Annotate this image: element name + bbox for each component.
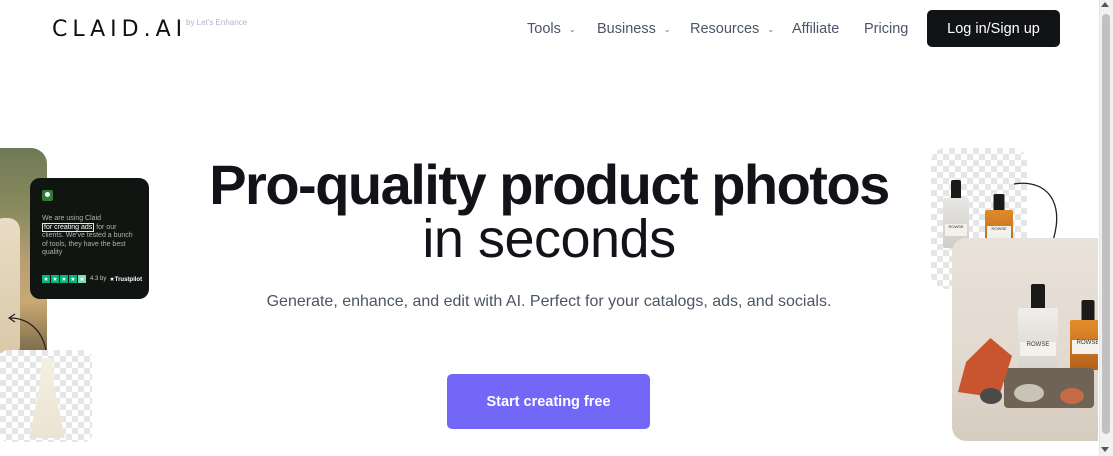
- nav-resources-label: Resources: [690, 21, 760, 37]
- logo-tagline: by Let's Enhance: [186, 18, 248, 27]
- curved-arrow-icon: [7, 313, 47, 351]
- chevron-down-icon: ⌄: [767, 24, 775, 34]
- scroll-down-icon[interactable]: [1101, 447, 1109, 452]
- pebble: [1060, 388, 1084, 404]
- nav-business-label: Business: [597, 21, 656, 37]
- pebble: [980, 388, 1002, 404]
- star-icon: ★: [69, 275, 77, 283]
- chevron-down-icon: ⌄: [568, 24, 576, 34]
- pebble: [1014, 384, 1044, 402]
- product-scene-image: ROWSE ROWSE: [952, 238, 1098, 441]
- review-rating: ★ ★ ★ ★ ★ 4.3 by ★Trustpilot: [42, 275, 142, 283]
- star-icon: ★: [78, 275, 86, 283]
- dress-cutout-image: [0, 350, 92, 442]
- trustpilot-logo: ★Trustpilot: [109, 276, 143, 283]
- chevron-down-icon: ⌄: [663, 24, 671, 34]
- nav-pricing[interactable]: Pricing: [864, 20, 908, 38]
- nav-affiliate-label: Affiliate: [792, 21, 840, 37]
- bottle-amber: ROWSE: [1070, 300, 1098, 370]
- star-icon: ★: [42, 275, 50, 283]
- bottle-clear: ROWSE: [1018, 284, 1058, 370]
- logo[interactable]: CLAID.AI: [52, 17, 187, 42]
- nav-tools[interactable]: Tools ⌄: [527, 20, 576, 38]
- nav-tools-label: Tools: [527, 21, 561, 37]
- login-signup-button[interactable]: Log in/Sign up: [927, 10, 1060, 47]
- nav-affiliate[interactable]: Affiliate: [792, 20, 839, 38]
- dress-shape: [29, 358, 65, 438]
- hero-subtitle: Generate, enhance, and edit with AI. Per…: [266, 293, 832, 310]
- star-icon: ★: [51, 275, 59, 283]
- scrollbar-thumb[interactable]: [1102, 14, 1110, 434]
- nav-pricing-label: Pricing: [864, 21, 909, 37]
- scroll-up-icon[interactable]: [1101, 2, 1109, 7]
- nav-resources[interactable]: Resources ⌄: [690, 20, 774, 38]
- star-icon: ★: [60, 275, 68, 283]
- nav-business[interactable]: Business ⌄: [597, 20, 671, 38]
- start-creating-button[interactable]: Start creating free: [447, 374, 650, 429]
- rating-value: 4.3 by: [90, 276, 107, 282]
